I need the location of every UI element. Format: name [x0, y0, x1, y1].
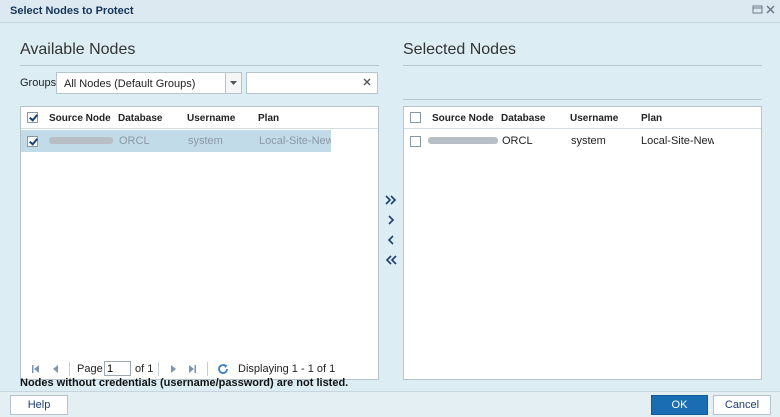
pager-separator [158, 362, 159, 376]
search-field[interactable] [246, 72, 378, 94]
table-row[interactable]: ORCL system Local-Site-New-P [21, 130, 331, 152]
cell-plan: Local-Site-New-P [259, 135, 331, 147]
first-page-icon[interactable] [31, 364, 41, 374]
help-button[interactable]: Help [10, 395, 68, 415]
selected-divider [403, 65, 762, 66]
close-icon[interactable] [765, 4, 778, 17]
move-all-left-icon[interactable] [384, 253, 398, 267]
page-label: Page [77, 363, 103, 375]
table-row[interactable]: ORCL system Local-Site-New-P [404, 130, 714, 152]
dialog-titlebar: Select Nodes to Protect [0, 0, 780, 23]
grid-header: Source Node Database Username Plan [404, 107, 761, 129]
page-number-input[interactable] [104, 361, 131, 376]
redacted-source-node [428, 137, 498, 144]
row-checkbox[interactable] [410, 136, 421, 147]
maximize-icon[interactable] [752, 4, 765, 17]
column-header-database[interactable]: Database [118, 113, 162, 124]
select-all-checkbox[interactable] [410, 112, 421, 123]
cell-database: ORCL [502, 135, 533, 147]
credentials-note: Nodes without credentials (username/pass… [20, 377, 349, 389]
available-divider [20, 65, 379, 66]
groups-label: Groups [20, 77, 57, 89]
cell-plan: Local-Site-New-P [641, 135, 714, 147]
available-nodes-title: Available Nodes [20, 41, 136, 58]
selected-nodes-grid: Source Node Database Username Plan ORCL … [403, 106, 762, 380]
search-input[interactable] [251, 74, 361, 92]
cancel-button[interactable]: Cancel [713, 395, 771, 415]
column-header-username[interactable]: Username [187, 113, 235, 124]
row-checkbox[interactable] [27, 136, 38, 147]
last-page-icon[interactable] [187, 364, 197, 374]
move-left-icon[interactable] [384, 233, 398, 247]
column-header-plan[interactable]: Plan [258, 113, 279, 124]
dialog-title: Select Nodes to Protect [10, 5, 134, 17]
cell-username: system [188, 135, 223, 147]
available-nodes-grid: Source Node Database Username Plan ORCL … [20, 106, 379, 380]
column-header-plan[interactable]: Plan [641, 113, 662, 124]
dropdown-trigger[interactable] [225, 73, 241, 93]
column-header-username[interactable]: Username [570, 113, 618, 124]
move-all-right-icon[interactable] [384, 193, 398, 207]
move-right-icon[interactable] [384, 213, 398, 227]
select-all-checkbox[interactable] [27, 112, 38, 123]
column-header-source-node[interactable]: Source Node [432, 113, 494, 124]
displaying-count: Displaying 1 - 1 of 1 [238, 363, 336, 375]
refresh-icon[interactable] [217, 363, 229, 375]
cell-username: system [571, 135, 606, 147]
clear-icon[interactable] [362, 77, 372, 87]
paging-toolbar: Page of 1 Displaying 1 - 1 of 1 [21, 359, 378, 379]
selected-divider-lower [403, 99, 762, 100]
next-page-icon[interactable] [168, 364, 178, 374]
pager-separator [207, 362, 208, 376]
grid-header: Source Node Database Username Plan [21, 107, 378, 129]
column-header-database[interactable]: Database [501, 113, 545, 124]
pager-separator [69, 362, 70, 376]
selected-nodes-title: Selected Nodes [403, 41, 516, 58]
redacted-source-node [49, 137, 113, 144]
page-count-label: of 1 [135, 363, 154, 375]
groups-dropdown[interactable]: All Nodes (Default Groups) [56, 72, 242, 94]
previous-page-icon[interactable] [51, 364, 61, 374]
groups-dropdown-value: All Nodes (Default Groups) [64, 78, 196, 90]
chevron-down-icon [230, 81, 237, 85]
cell-database: ORCL [119, 135, 150, 147]
column-header-source-node[interactable]: Source Node [49, 113, 111, 124]
ok-button[interactable]: OK [651, 395, 708, 415]
